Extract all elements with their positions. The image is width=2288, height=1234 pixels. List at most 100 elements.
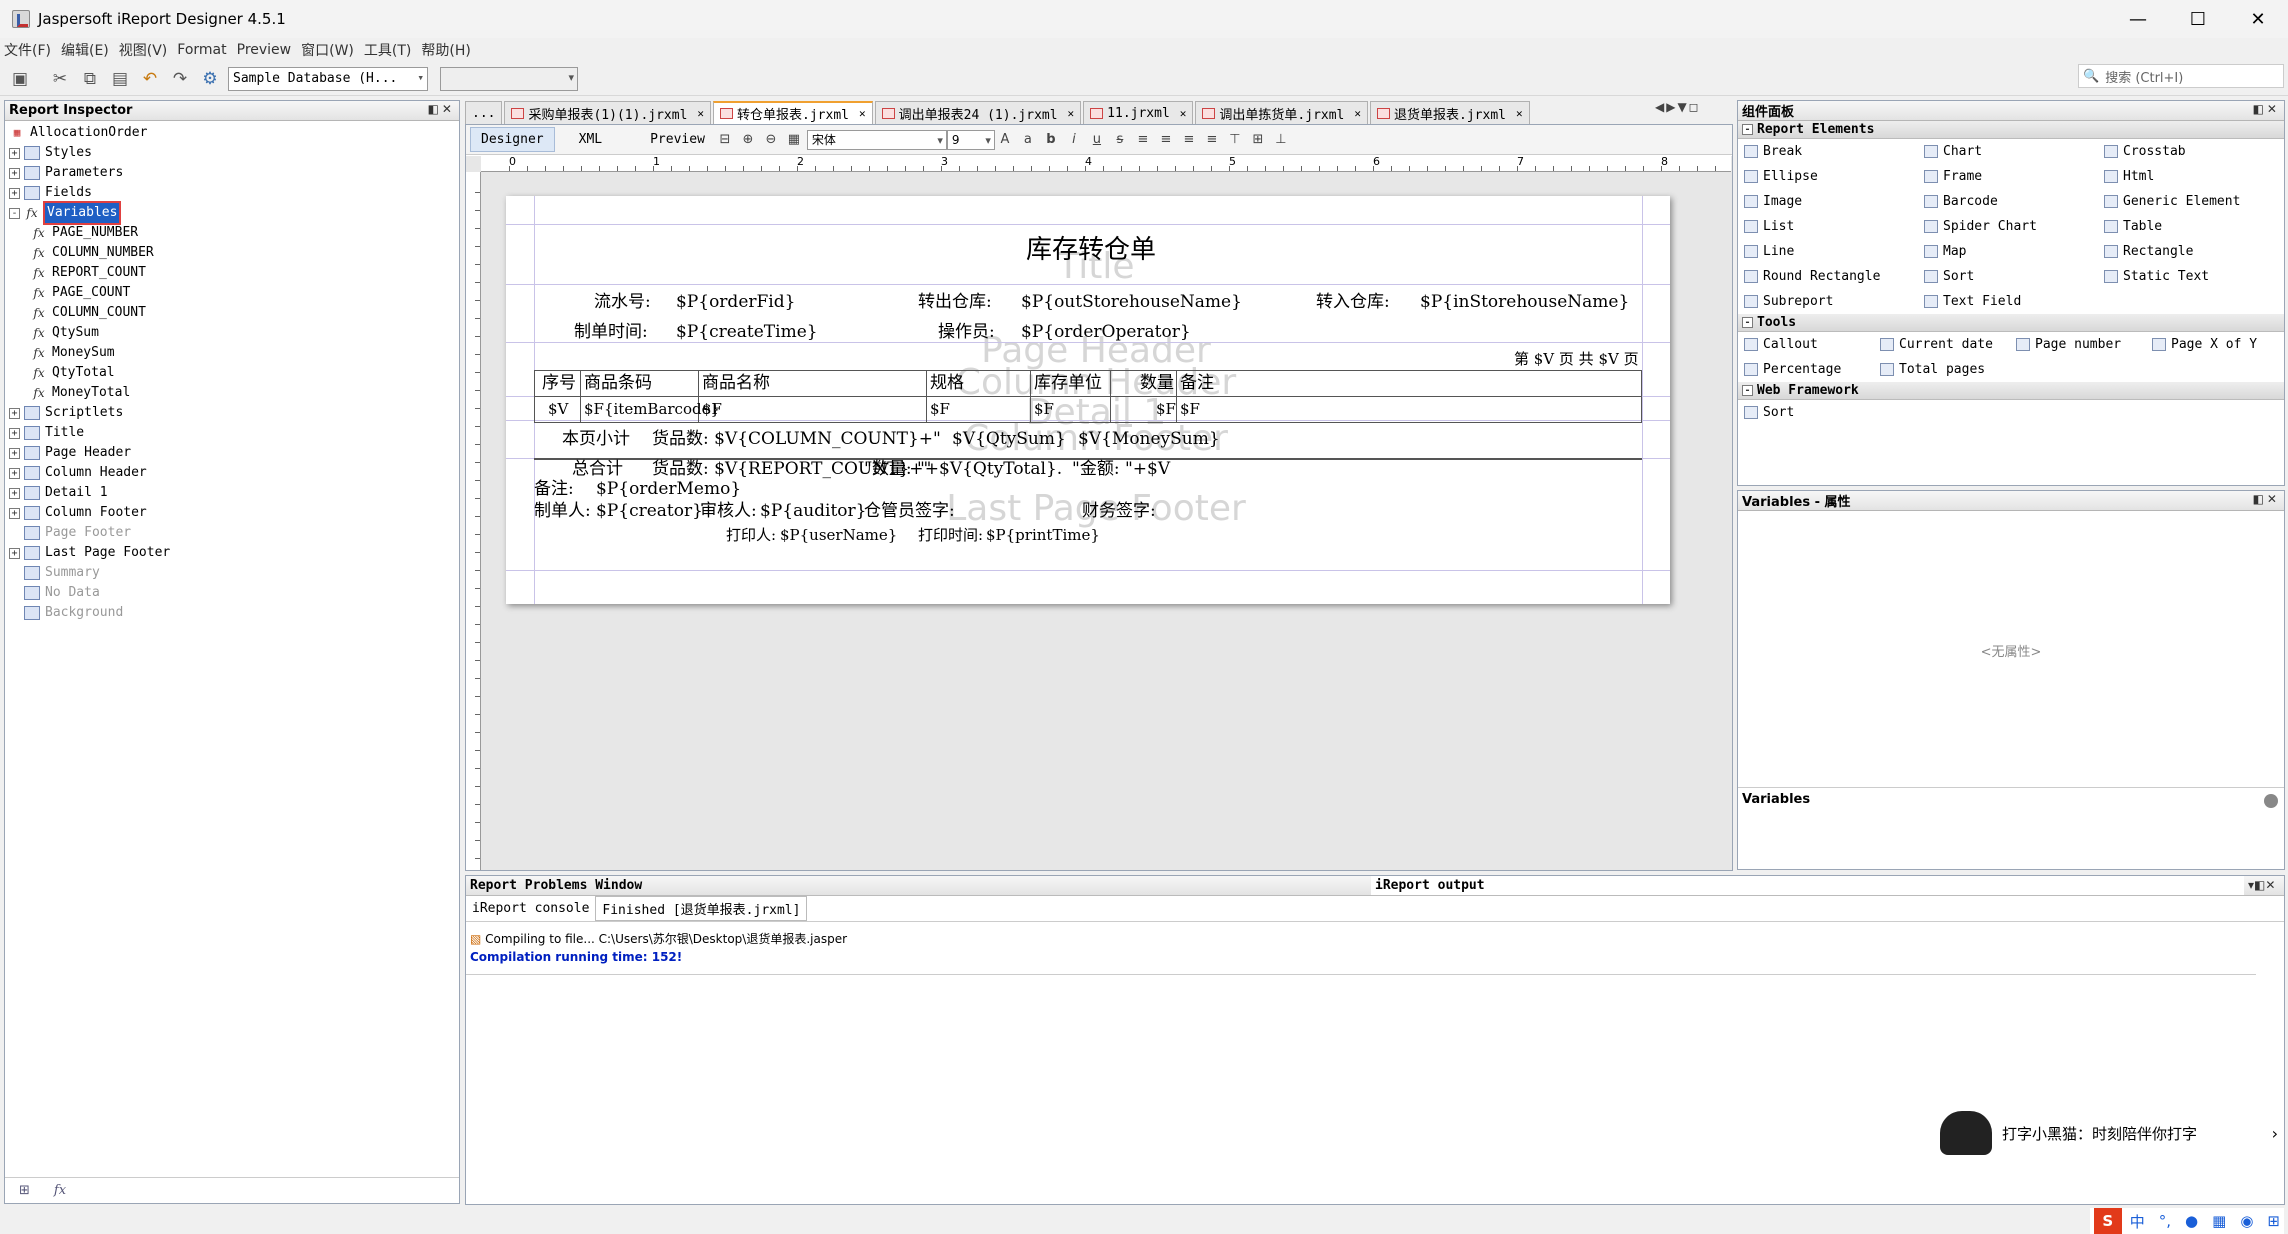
total-qty[interactable]: "数量: "+$V{QtyTotal}. (864, 458, 1062, 480)
keyboard-icon[interactable]: ▦ (2212, 1212, 2226, 1230)
expand-icon[interactable]: + (9, 547, 20, 559)
palette-item[interactable]: Chart (1918, 144, 2098, 159)
detail-unit[interactable]: $F (1034, 398, 1054, 420)
menu-format[interactable]: Format (177, 42, 226, 58)
label-keeper-sign[interactable]: 仓管员签字: (864, 500, 955, 522)
col-index[interactable]: 序号 (542, 372, 576, 394)
subtotal-qty[interactable]: $V{QtySum} (952, 428, 1066, 450)
tree-root[interactable]: ▦ AllocationOrder (9, 123, 459, 143)
tree-node[interactable]: Page Footer (9, 523, 459, 543)
chevron-right-icon[interactable]: › (2272, 1124, 2278, 1143)
palette-item[interactable]: Generic Element (2098, 194, 2278, 209)
report-page[interactable]: Title Page Header Column Header Detail 1… (506, 196, 1670, 604)
design-canvas[interactable]: 0 1 2 3 4 5 6 7 8 Title Page Header Column Heade… (466, 156, 1732, 870)
editor-tab[interactable]: 11.jrxml ✕ (1083, 101, 1194, 124)
finished-tab[interactable]: Finished [退货单报表.jrxml] (595, 896, 808, 921)
palette-item[interactable]: Total pages (1874, 362, 2010, 377)
tree-node[interactable]: fx COLUMN_NUMBER (9, 243, 459, 263)
close-tab-icon[interactable]: ✕ (1516, 107, 1523, 120)
cut-icon[interactable]: ✂ (48, 67, 72, 91)
close-tab-icon[interactable]: ✕ (1354, 107, 1361, 120)
menu-edit[interactable]: 编辑(E) (61, 40, 109, 60)
palette-item[interactable]: Break (1738, 144, 1918, 159)
redo-icon[interactable]: ↷ (168, 67, 192, 91)
close-tab-icon[interactable]: ✕ (697, 107, 704, 120)
palette-item[interactable]: Page number (2010, 337, 2146, 352)
field-print-time[interactable]: $P{printTime} (986, 524, 1100, 546)
tree-node[interactable]: + Detail 1 (9, 483, 459, 503)
tree-node[interactable]: Background (9, 603, 459, 623)
punct-icon[interactable]: °, (2159, 1212, 2171, 1230)
editor-tab[interactable]: 调出单拣货单.jrxml ✕ (1195, 101, 1369, 124)
align-right-icon[interactable]: ≡ (1179, 130, 1199, 150)
palette-item[interactable]: Html (2098, 169, 2278, 184)
field-create-time[interactable]: $P{createTime} (676, 321, 818, 343)
expand-icon[interactable]: + (9, 167, 20, 179)
total-label[interactable]: 总合计 (572, 458, 623, 480)
palette-item[interactable]: Static Text (2098, 269, 2278, 284)
align-justify-icon[interactable]: ≡ (1202, 130, 1222, 150)
field-out-storehouse[interactable]: $P{outStorehouseName} (1021, 291, 1242, 313)
label-operator[interactable]: 操作员: (938, 321, 995, 343)
palette-item[interactable]: Sort (1738, 405, 1918, 420)
tree-node[interactable]: + Scriptlets (9, 403, 459, 423)
zoom-out-icon[interactable]: ⊖ (761, 130, 781, 150)
label-in-storehouse[interactable]: 转入仓库: (1316, 291, 1390, 313)
palette-section[interactable]: - Tools (1738, 314, 2284, 332)
collapse-icon[interactable]: - (1742, 385, 1753, 396)
ime-tip[interactable]: 打字小黑猫：时刻陪伴你打字 › (1940, 1108, 2284, 1158)
col-remark[interactable]: 备注 (1180, 372, 1214, 394)
palette-item[interactable]: Current date (1874, 337, 2010, 352)
tree-node[interactable]: + Page Header (9, 443, 459, 463)
menu-tools[interactable]: 工具(T) (364, 40, 411, 60)
italic-icon[interactable]: i (1064, 130, 1084, 150)
label-out-storehouse[interactable]: 转出仓库: (918, 291, 992, 313)
label-finance-sign[interactable]: 财务签字: (1082, 500, 1156, 522)
collapse-icon[interactable]: - (1742, 124, 1753, 135)
align-top-icon[interactable]: ⊤ (1225, 130, 1245, 150)
maximize-button[interactable]: ☐ (2168, 0, 2228, 38)
output-tab[interactable]: iReport output (1371, 876, 2244, 895)
empty-select[interactable]: ▾ (440, 66, 578, 91)
expand-icon[interactable]: + (9, 187, 20, 199)
panel-controls-icon[interactable]: ◧✕ (2253, 492, 2280, 506)
total-money[interactable]: "金额: "+$V (1072, 458, 1170, 480)
grid-icon[interactable]: ▦ (784, 130, 804, 150)
editor-tab[interactable]: 转仓单报表.jrxml ✕ (713, 101, 873, 124)
palette-item[interactable]: Page X of Y (2146, 337, 2282, 352)
tree-view-icon[interactable]: ⊞ (19, 1183, 30, 1198)
console-tab[interactable]: iReport console (466, 899, 595, 918)
subtotal-label[interactable]: 本页小计 (562, 428, 630, 450)
col-qty[interactable]: 数量 (1140, 372, 1174, 394)
tree-node[interactable]: + Title (9, 423, 459, 443)
expand-icon[interactable]: + (9, 447, 20, 459)
skin-icon[interactable]: ◉ (2240, 1212, 2253, 1230)
mode-designer[interactable]: Designer (470, 127, 555, 152)
tab-nav-icon[interactable]: ◀▶▼◻ (1655, 100, 1701, 114)
tree-node[interactable]: fx MoneySum (9, 343, 459, 363)
palette-item[interactable]: Text Field (1918, 294, 2098, 309)
menu-window[interactable]: 窗口(W) (301, 40, 354, 60)
tree-node[interactable]: + Fields (9, 183, 459, 203)
font-select[interactable]: 宋体 ▾ (806, 129, 947, 150)
tree-node[interactable]: fx REPORT_COUNT (9, 263, 459, 283)
align-left-icon[interactable]: ≡ (1133, 130, 1153, 150)
expand-icon[interactable]: + (9, 487, 20, 499)
expand-icon[interactable]: + (9, 427, 20, 439)
detail-index[interactable]: $V (548, 398, 568, 420)
palette-item[interactable]: List (1738, 219, 1918, 234)
datasource-select[interactable]: Sample Database (H... ▾ (228, 66, 428, 91)
tree-node[interactable]: No Data (9, 583, 459, 603)
search-box[interactable]: 🔍 搜索 (Ctrl+I) (2078, 64, 2284, 88)
tree-node[interactable]: + Column Header (9, 463, 459, 483)
col-name[interactable]: 商品名称 (702, 372, 770, 394)
close-button[interactable]: ✕ (2228, 0, 2288, 38)
menu-preview[interactable]: Preview (237, 42, 292, 58)
palette-item[interactable]: Subreport (1738, 294, 1918, 309)
ime-lang[interactable]: 中 (2130, 1211, 2145, 1232)
menu-help[interactable]: 帮助(H) (421, 40, 470, 60)
tree-node[interactable]: fx PAGE_COUNT (9, 283, 459, 303)
menu-grid-icon[interactable]: ⊞ (2267, 1212, 2280, 1230)
undo-icon[interactable]: ↶ (138, 67, 162, 91)
mode-preview[interactable]: Preview (640, 128, 715, 151)
